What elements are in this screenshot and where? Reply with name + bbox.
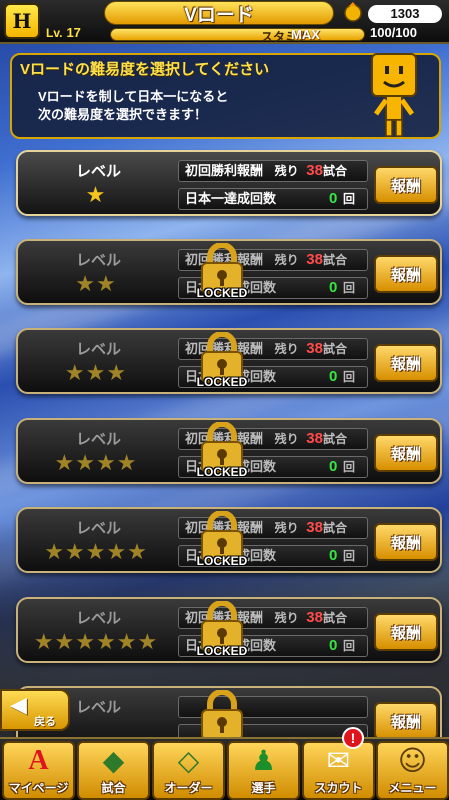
- lock-icon: LOCKED: [196, 600, 248, 663]
- lock-icon: LOCKED: [196, 510, 248, 573]
- nav-players-label: 選手: [251, 781, 276, 795]
- championship-count: 0: [329, 279, 338, 296]
- nav-match[interactable]: ◆ 試合: [77, 741, 150, 800]
- level-label: レベル: [76, 520, 122, 537]
- team-logo-icon: H: [4, 3, 40, 39]
- nav-order-label: オーダー: [164, 781, 213, 795]
- championship-count: 0: [329, 458, 338, 475]
- level-row-3: レベル★★★初回勝利報酬 残り 38試合日本一達成回数0回報酬LOCKED: [16, 328, 442, 394]
- reward-button[interactable]: 報酬: [374, 523, 438, 561]
- reward-button[interactable]: 報酬: [374, 344, 438, 382]
- reward-button[interactable]: 報酬: [374, 166, 438, 204]
- stadium-icon: ◆: [102, 744, 125, 777]
- reward-button[interactable]: 報酬: [374, 434, 438, 472]
- difficulty-stars: ★★: [75, 272, 117, 297]
- reward-button[interactable]: 報酬: [374, 613, 438, 651]
- lock-icon: LOCKED: [196, 331, 248, 394]
- nav-mypage[interactable]: A マイページ: [2, 741, 75, 800]
- level-row-4: レベル★★★★初回勝利報酬 残り 38試合日本一達成回数0回報酬LOCKED: [16, 418, 442, 484]
- nav-mypage-label: マイページ: [8, 781, 69, 795]
- menu-mascot-icon: ☺: [397, 744, 428, 777]
- notification-badge: !: [342, 727, 364, 749]
- bottom-navigation: A マイページ ◆ 試合 ◇ オーダー ♟ 選手 ✉ スカウト ☺ メニュー: [0, 737, 449, 800]
- difficulty-stars: ★: [85, 183, 107, 208]
- nav-scout[interactable]: ✉ スカウト: [302, 741, 375, 800]
- locked-label: LOCKED: [196, 465, 248, 479]
- locked-label: LOCKED: [196, 286, 248, 300]
- locked-label: LOCKED: [196, 644, 248, 658]
- remaining-games: 38: [306, 251, 323, 268]
- remaining-games: 38: [306, 340, 323, 357]
- locked-label: LOCKED: [196, 554, 248, 568]
- reward-button[interactable]: 報酬: [374, 255, 438, 293]
- level-label: レベル: [76, 163, 122, 180]
- player-icon: ♟: [250, 744, 277, 777]
- mypage-icon: A: [28, 745, 49, 776]
- back-button[interactable]: ◀ 戻る: [0, 689, 70, 731]
- remaining-games: 38: [306, 609, 323, 626]
- remaining-games: 38: [306, 162, 323, 179]
- coin-icon: [344, 2, 362, 22]
- nav-menu-label: メニュー: [388, 781, 437, 795]
- difficulty-stars: ★★★★★★: [33, 630, 159, 655]
- nav-scout-label: スカウト: [314, 781, 363, 795]
- scout-icon: ✉: [326, 744, 351, 777]
- mascot-icon: [371, 53, 417, 137]
- lock-icon: LOCKED: [196, 242, 248, 305]
- championship-count-cell: 日本一達成回数0回: [178, 188, 368, 210]
- remaining-games: 38: [306, 430, 323, 447]
- nav-players[interactable]: ♟ 選手: [227, 741, 300, 800]
- top-status-bar: H Vロード 1303 Lv. 17 スタミナ MAX 100/100: [0, 0, 449, 44]
- level-row-1[interactable]: レベル ★ 初回勝利報酬 残り 38試合 日本一達成回数 0 回報酬: [16, 150, 442, 216]
- level-row-6: レベル★★★★★★初回勝利報酬 残り 38試合日本一達成回数0回報酬LOCKED: [16, 597, 442, 663]
- back-arrow-icon: ◀: [10, 693, 27, 718]
- stamina-max-label: MAX: [291, 27, 320, 42]
- info-text: Vロードを制して日本一になると 次の難易度を選択できます！: [38, 89, 229, 122]
- back-label: 戻る: [34, 716, 56, 728]
- first-win-reward-cell: 初回勝利報酬 残り 38試合: [178, 160, 368, 182]
- difficulty-stars: ★★★★★: [44, 540, 148, 565]
- reward-button[interactable]: 報酬: [374, 702, 438, 740]
- level-label: レベル: [76, 341, 122, 358]
- level-label: レベル: [76, 699, 122, 716]
- championship-count: 0: [329, 637, 338, 654]
- info-heading: Vロードの難易度を選択してください: [20, 61, 270, 78]
- locked-label: LOCKED: [196, 375, 248, 389]
- remaining-games: 38: [306, 519, 323, 536]
- field-icon: ◇: [177, 744, 200, 777]
- nav-match-label: 試合: [101, 781, 126, 795]
- championship-count: 0: [329, 190, 338, 207]
- stamina-value: 100/100: [370, 25, 417, 40]
- level-row-2: レベル★★初回勝利報酬 残り 38試合日本一達成回数0回報酬LOCKED: [16, 239, 442, 305]
- difficulty-stars: ★★★: [64, 361, 128, 386]
- level-label: レベル: [76, 252, 122, 269]
- level-row-5: レベル★★★★★初回勝利報酬 残り 38試合日本一達成回数0回報酬LOCKED: [16, 507, 442, 573]
- level-label: レベル: [76, 431, 122, 448]
- stamina-bar: スタミナ MAX: [110, 27, 365, 44]
- difficulty-stars: ★★★★: [54, 451, 138, 476]
- player-level: Lv. 17: [46, 25, 81, 40]
- championship-count: 0: [329, 368, 338, 385]
- nav-menu[interactable]: ☺ メニュー: [376, 741, 449, 800]
- championship-count: 0: [329, 547, 338, 564]
- lock-icon: LOCKED: [196, 421, 248, 484]
- level-label: レベル: [76, 610, 122, 627]
- screen-title: Vロード: [104, 1, 334, 26]
- nav-order[interactable]: ◇ オーダー: [152, 741, 225, 800]
- coin-count: 1303: [368, 5, 442, 23]
